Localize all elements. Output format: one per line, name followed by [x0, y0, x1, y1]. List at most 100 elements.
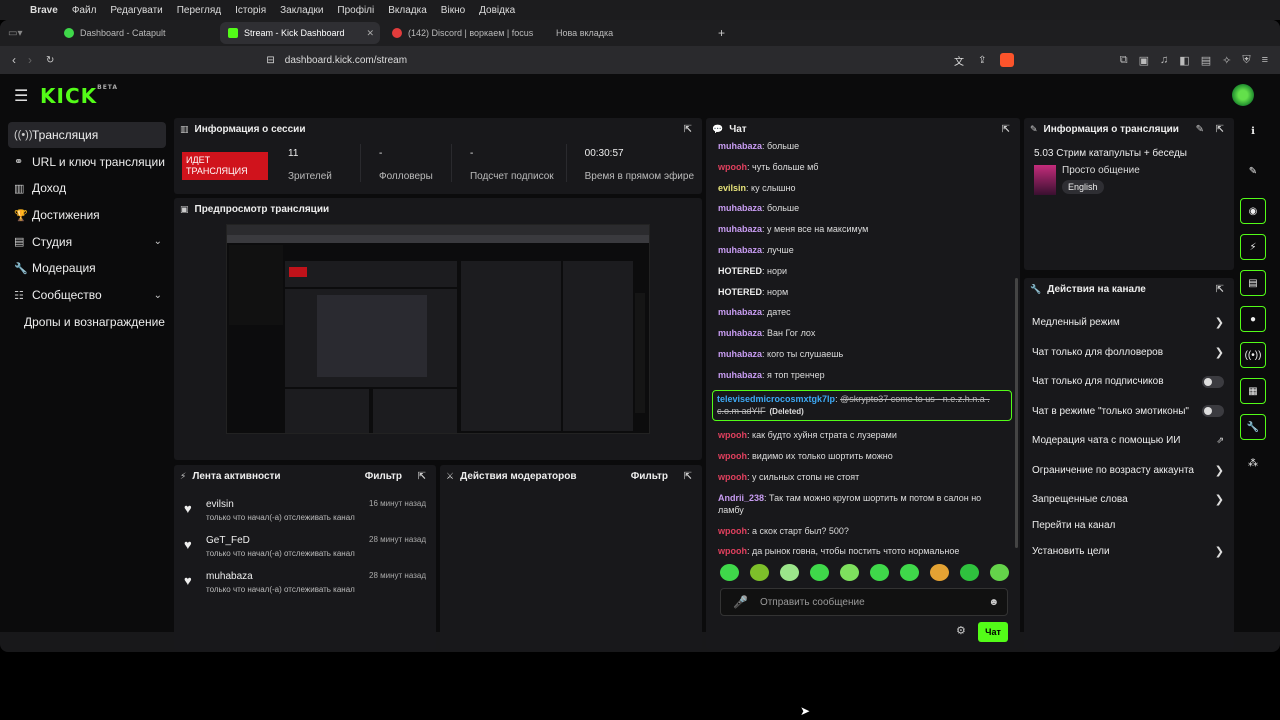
- chat-username[interactable]: Andrii_238: [718, 493, 764, 503]
- action-followers-only[interactable]: Чат только для фолловеров ❯: [1024, 338, 1234, 368]
- popout-icon[interactable]: ⇱: [684, 124, 692, 135]
- action-set-goals[interactable]: Установить цели ❯: [1024, 537, 1234, 567]
- chat-input[interactable]: 🎤 Отправить сообщение ☻: [720, 588, 1008, 616]
- popout-icon[interactable]: ⇱: [684, 471, 692, 482]
- gear-icon[interactable]: ⚙: [956, 624, 966, 637]
- broadcast-icon[interactable]: ((•)): [1240, 342, 1266, 368]
- chat-username[interactable]: televisedmicrocosmxtgk7lp: [717, 394, 835, 404]
- chat-username[interactable]: muhabaza: [718, 224, 762, 234]
- close-tab-icon[interactable]: ✕: [366, 28, 374, 39]
- nav-community[interactable]: ☷ Сообщество ⌄: [8, 282, 166, 308]
- emote-only-toggle[interactable]: [1202, 405, 1224, 418]
- chat-username[interactable]: wpooh: [718, 526, 747, 536]
- action-ai-moderation[interactable]: Модерация чата с помощью ИИ ⇗: [1024, 426, 1234, 456]
- menu-help[interactable]: Довідка: [479, 5, 515, 16]
- subscribers-only-toggle[interactable]: [1202, 375, 1224, 388]
- chat-username[interactable]: muhabaza: [718, 307, 762, 317]
- nav-url-key[interactable]: ⚭ URL и ключ трансляции: [8, 149, 166, 175]
- camera-icon[interactable]: ◉: [1240, 198, 1266, 224]
- tab-discord[interactable]: (142) Discord | воркаем | focus: [384, 22, 544, 44]
- emote-icon[interactable]: [900, 564, 919, 581]
- menu-icon[interactable]: ≡: [1262, 54, 1268, 67]
- reload-icon[interactable]: ↻: [46, 55, 54, 66]
- emote-icon[interactable]: [750, 564, 769, 581]
- translate-icon[interactable]: 文: [954, 53, 964, 68]
- nav-income[interactable]: ▥ Доход: [8, 175, 166, 201]
- chevron-down-icon[interactable]: ⌄: [154, 290, 162, 301]
- action-banned-words[interactable]: Запрещенные слова ❯: [1024, 485, 1234, 515]
- chat-username[interactable]: wpooh: [718, 451, 747, 461]
- menu-view[interactable]: Перегляд: [177, 5, 221, 16]
- tab-catapult[interactable]: Dashboard - Catapult: [56, 22, 216, 44]
- chat-username[interactable]: muhabaza: [718, 203, 762, 213]
- menu-file[interactable]: Файл: [72, 5, 97, 16]
- sidebar-icon[interactable]: ◧: [1179, 54, 1189, 67]
- emote-icon[interactable]: [720, 564, 739, 581]
- menu-tab[interactable]: Вкладка: [388, 5, 427, 16]
- clipboard-icon[interactable]: ▤: [1240, 270, 1266, 296]
- chat-username[interactable]: muhabaza: [718, 328, 762, 338]
- nav-stream[interactable]: ((•)) Трансляция: [8, 122, 166, 148]
- nav-studio[interactable]: ▤ Студия ⌄: [8, 229, 166, 255]
- nav-moderation[interactable]: 🔧 Модерация: [8, 255, 166, 281]
- popout-icon[interactable]: ⇱: [1216, 284, 1224, 295]
- chat-username[interactable]: wpooh: [718, 472, 747, 482]
- nav-achievements[interactable]: 🏆 Достижения: [8, 202, 166, 228]
- popout-icon[interactable]: ⇱: [1216, 124, 1224, 135]
- chat-username[interactable]: wpooh: [718, 162, 747, 172]
- chat-scrollbar[interactable]: [1015, 278, 1018, 548]
- emote-icon[interactable]: [990, 564, 1009, 581]
- nav-drops[interactable]: Дропы и вознаграждение: [8, 309, 166, 335]
- microphone-icon[interactable]: 🎤: [733, 595, 748, 609]
- chat-send-button[interactable]: Чат: [978, 622, 1008, 642]
- action-age-restriction[interactable]: Ограничение по возрасту аккаунта ❯: [1024, 456, 1234, 486]
- menu-profiles[interactable]: Профілі: [337, 5, 374, 16]
- music-icon[interactable]: ♫: [1160, 54, 1168, 67]
- action-slow-mode[interactable]: Медленный режим ❯: [1024, 308, 1234, 338]
- community-icon[interactable]: ⁂: [1240, 450, 1266, 476]
- extensions-icon[interactable]: ⧉: [1120, 54, 1128, 67]
- vpn-icon[interactable]: ⛨: [1242, 54, 1250, 67]
- emote-icon[interactable]: [870, 564, 889, 581]
- popout-icon[interactable]: ⇱: [418, 471, 426, 482]
- chat-username[interactable]: wpooh: [718, 546, 747, 556]
- edit-icon[interactable]: ✎: [1196, 124, 1204, 135]
- tab-kick-dashboard[interactable]: Stream - Kick Dashboard ✕: [220, 22, 380, 44]
- emote-icon[interactable]: [810, 564, 829, 581]
- emote-icon[interactable]: [780, 564, 799, 581]
- chat-username[interactable]: muhabaza: [718, 141, 762, 151]
- wallet2-icon[interactable]: ▤: [1201, 54, 1211, 67]
- forward-icon[interactable]: ›: [28, 53, 32, 67]
- bolt-icon[interactable]: ⚡: [1240, 234, 1266, 260]
- chevron-down-icon[interactable]: ⌄: [154, 236, 162, 247]
- chat-username[interactable]: evilsin: [718, 183, 746, 193]
- menu-history[interactable]: Історія: [235, 5, 266, 16]
- emote-icon[interactable]: [960, 564, 979, 581]
- chat-username[interactable]: muhabaza: [718, 370, 762, 380]
- tab-new[interactable]: Нова вкладка: [548, 22, 708, 44]
- user-avatar[interactable]: [1232, 84, 1254, 106]
- sidebar-toggle-icon[interactable]: ▭▾: [8, 28, 56, 39]
- url-field[interactable]: ⊟ dashboard.kick.com/stream 文 ⇪: [254, 49, 1015, 71]
- wallet-icon[interactable]: ▣: [1139, 54, 1149, 67]
- chat-username[interactable]: HOTERED: [718, 287, 762, 297]
- emote-icon[interactable]: [930, 564, 949, 581]
- stream-preview[interactable]: [226, 224, 650, 434]
- chat-username[interactable]: HOTERED: [718, 266, 762, 276]
- ai-icon[interactable]: ✧: [1222, 54, 1231, 67]
- menu-window[interactable]: Вікно: [441, 5, 465, 16]
- category-name[interactable]: Просто общение: [1062, 165, 1140, 176]
- filter-button[interactable]: Фильтр: [631, 471, 668, 482]
- wrench-icon[interactable]: 🔧: [1240, 414, 1266, 440]
- emote-icon[interactable]: [840, 564, 859, 581]
- popout-icon[interactable]: ⇱: [1002, 124, 1010, 135]
- kick-logo[interactable]: KICKBETA: [40, 84, 118, 108]
- filter-button[interactable]: Фильтр: [365, 471, 402, 482]
- pencil-icon[interactable]: ✎: [1240, 158, 1266, 184]
- menu-bookmarks[interactable]: Закладки: [280, 5, 323, 16]
- brave-shield-icon[interactable]: [1000, 53, 1015, 67]
- hamburger-icon[interactable]: ☰: [14, 86, 28, 106]
- back-icon[interactable]: ‹: [12, 53, 16, 67]
- chat-username[interactable]: wpooh: [718, 430, 747, 440]
- smile-icon[interactable]: ☻: [988, 597, 999, 608]
